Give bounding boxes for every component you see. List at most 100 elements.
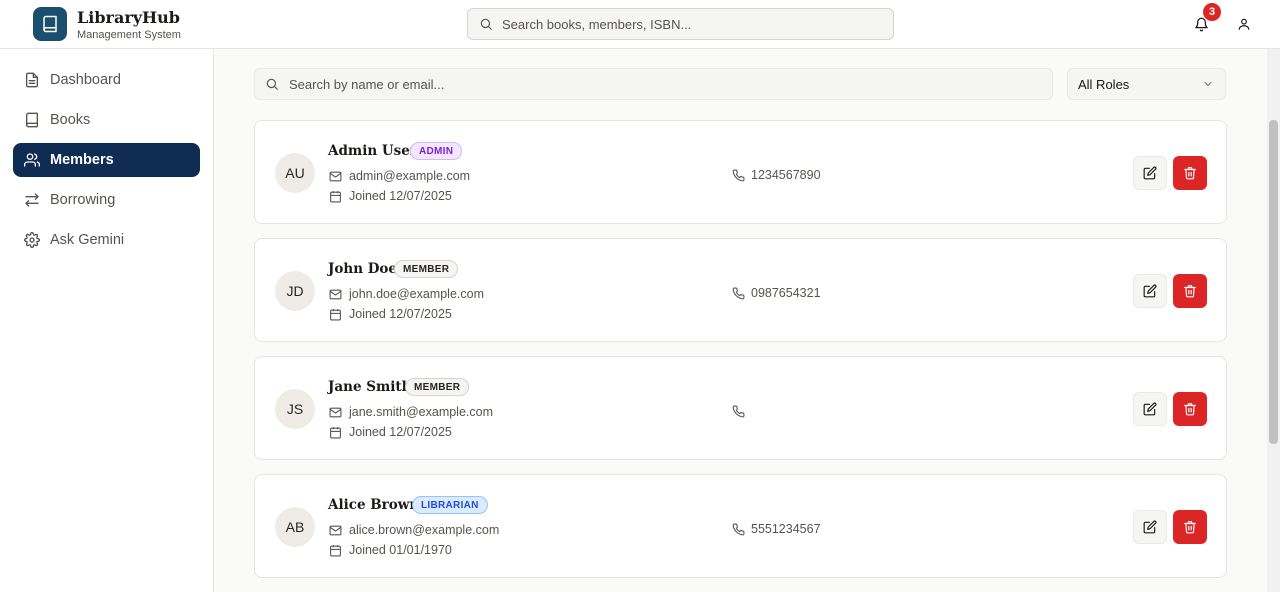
global-search[interactable] <box>467 8 894 40</box>
arrows-swap-icon <box>23 191 41 209</box>
book-icon <box>23 111 41 129</box>
role-filter-select[interactable]: All Roles <box>1067 68 1226 100</box>
member-email: alice.brown@example.com <box>349 523 500 537</box>
sidebar-item-label: Members <box>50 152 114 168</box>
avatar: JS <box>275 389 315 429</box>
book-icon <box>43 15 57 33</box>
edit-button[interactable] <box>1133 156 1167 190</box>
edit-button[interactable] <box>1133 510 1167 544</box>
edit-icon <box>1143 166 1157 180</box>
email-row: jane.smith@example.com <box>328 405 493 419</box>
delete-button[interactable] <box>1173 274 1207 308</box>
role-filter-value: All Roles <box>1078 76 1130 92</box>
avatar: JD <box>275 271 315 311</box>
role-badge: LIBRARIAN <box>412 496 488 514</box>
mail-icon <box>328 287 342 301</box>
sidebar-item-borrowing[interactable]: Borrowing <box>13 183 200 217</box>
member-card: JD John Doe MEMBER john.doe@example.com … <box>254 238 1227 342</box>
phone-row: 0987654321 <box>731 286 821 300</box>
role-badge: MEMBER <box>394 260 459 278</box>
sidebar-item-label: Dashboard <box>50 72 121 88</box>
member-email: jane.smith@example.com <box>349 405 493 419</box>
member-joined: Joined 12/07/2025 <box>349 425 452 439</box>
sidebar-item-ask-gemini[interactable]: Ask Gemini <box>13 223 200 257</box>
trash-icon <box>1184 403 1196 416</box>
calendar-icon <box>328 543 342 557</box>
member-search-input[interactable] <box>289 76 1029 92</box>
member-phone: 5551234567 <box>751 522 821 536</box>
avatar: AU <box>275 153 315 193</box>
joined-row: Joined 12/07/2025 <box>328 307 452 321</box>
top-header: LibraryHub Management System 3 <box>0 0 1280 49</box>
sidebar-item-label: Ask Gemini <box>50 232 125 248</box>
delete-button[interactable] <box>1173 156 1207 190</box>
app-subtitle: Management System <box>77 29 181 41</box>
delete-button[interactable] <box>1173 510 1207 544</box>
edit-icon <box>1143 520 1157 534</box>
search-icon <box>266 78 278 90</box>
scrollbar-thumb[interactable] <box>1269 120 1278 444</box>
sidebar: Dashboard Books Members Borrowing Ask Ge… <box>0 49 214 592</box>
edit-icon <box>1143 284 1157 298</box>
member-name: Alice Brown <box>328 497 420 513</box>
member-name: Admin User <box>328 143 417 159</box>
user-menu-button[interactable] <box>1234 14 1254 34</box>
phone-icon <box>731 286 745 300</box>
file-text-icon <box>23 71 41 89</box>
gear-icon <box>23 231 41 249</box>
member-card: AU Admin User ADMIN admin@example.com Jo… <box>254 120 1227 224</box>
phone-row: 1234567890 <box>731 168 821 182</box>
delete-button[interactable] <box>1173 392 1207 426</box>
calendar-icon <box>328 425 342 439</box>
sidebar-item-books[interactable]: Books <box>13 103 200 137</box>
trash-icon <box>1184 167 1196 180</box>
edit-button[interactable] <box>1133 392 1167 426</box>
trash-icon <box>1184 521 1196 534</box>
email-row: john.doe@example.com <box>328 287 484 301</box>
mail-icon <box>328 169 342 183</box>
member-card: AB Alice Brown LIBRARIAN alice.brown@exa… <box>254 474 1227 578</box>
role-badge: ADMIN <box>410 142 463 160</box>
member-search[interactable] <box>254 68 1053 100</box>
user-icon <box>1238 18 1250 30</box>
edit-icon <box>1143 402 1157 416</box>
mail-icon <box>328 523 342 537</box>
member-name: Jane Smith <box>328 379 412 395</box>
avatar: AB <box>275 507 315 547</box>
email-row: admin@example.com <box>328 169 470 183</box>
sidebar-item-label: Books <box>50 112 91 128</box>
calendar-icon <box>328 189 342 203</box>
sidebar-item-members[interactable]: Members <box>13 143 200 177</box>
sidebar-item-dashboard[interactable]: Dashboard <box>13 63 200 97</box>
member-joined: Joined 12/07/2025 <box>349 307 452 321</box>
sidebar-item-label: Borrowing <box>50 192 116 208</box>
joined-row: Joined 01/01/1970 <box>328 543 452 557</box>
member-joined: Joined 01/01/1970 <box>349 543 452 557</box>
member-card: JS Jane Smith MEMBER jane.smith@example.… <box>254 356 1227 460</box>
role-badge: MEMBER <box>405 378 470 396</box>
mail-icon <box>328 405 342 419</box>
phone-row: 5551234567 <box>731 522 821 536</box>
member-phone: 0987654321 <box>751 286 821 300</box>
global-search-input[interactable] <box>502 16 862 32</box>
member-email: admin@example.com <box>349 169 471 183</box>
member-phone: 1234567890 <box>751 168 821 182</box>
trash-icon <box>1184 285 1196 298</box>
users-icon <box>23 151 41 169</box>
chevron-down-icon <box>1204 82 1212 86</box>
phone-icon <box>731 522 745 536</box>
joined-row: Joined 12/07/2025 <box>328 425 452 439</box>
email-row: alice.brown@example.com <box>328 523 499 537</box>
edit-button[interactable] <box>1133 274 1167 308</box>
member-name: John Doe <box>328 261 398 277</box>
search-icon <box>480 18 492 30</box>
phone-icon <box>731 168 745 182</box>
member-email: john.doe@example.com <box>349 287 484 301</box>
phone-row <box>731 404 751 418</box>
notification-count-badge: 3 <box>1203 3 1221 21</box>
phone-icon <box>731 404 745 418</box>
calendar-icon <box>328 307 342 321</box>
member-joined: Joined 12/07/2025 <box>349 189 452 203</box>
app-title: LibraryHub <box>77 8 180 27</box>
logo[interactable] <box>33 7 67 41</box>
